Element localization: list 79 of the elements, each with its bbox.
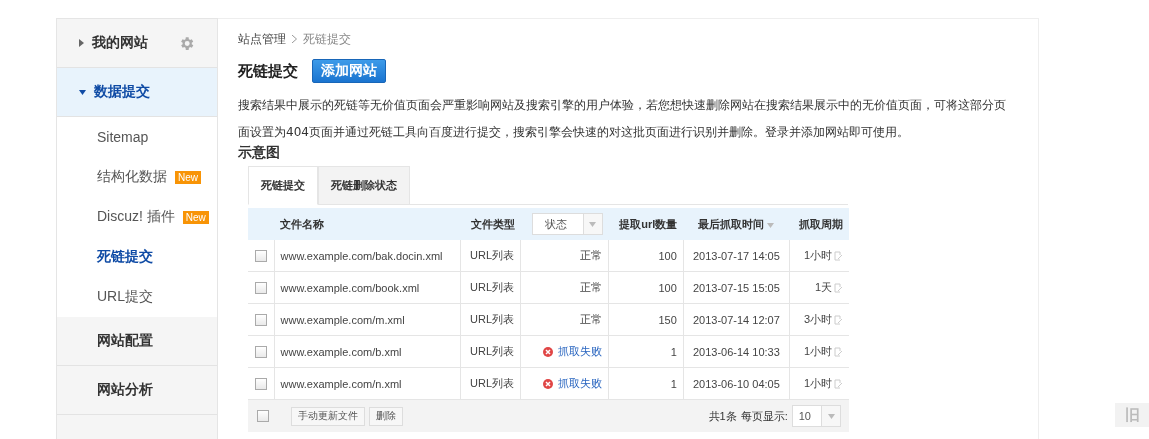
status-text: 正常 bbox=[580, 281, 603, 293]
sidebar-group[interactable]: 网站配置 bbox=[57, 317, 217, 366]
sidebar-item[interactable]: Discuz! 插件 New bbox=[57, 197, 217, 237]
table-cell: www.example.com/book.xml bbox=[274, 271, 460, 304]
tab[interactable]: 死链删除状态 bbox=[318, 166, 410, 204]
page-title: 死链提交 bbox=[238, 61, 298, 81]
status-link[interactable]: 抓取失败 bbox=[558, 377, 603, 389]
table-cell: www.example.com/m.xml bbox=[274, 303, 460, 336]
new-badge: New bbox=[182, 210, 209, 224]
breadcrumb-item[interactable]: 站点管理 bbox=[238, 30, 286, 48]
table-cell: URL列表 bbox=[460, 303, 521, 336]
select-all-checkbox[interactable] bbox=[257, 410, 269, 422]
period-text: 1小时 bbox=[803, 377, 832, 389]
table-cell: www.example.com/bak.docin.xml bbox=[274, 240, 460, 272]
table-cell: URL列表 bbox=[460, 271, 521, 304]
row-checkbox[interactable] bbox=[254, 314, 267, 327]
error-icon bbox=[543, 347, 554, 358]
total-count: 共1条 bbox=[708, 408, 737, 424]
action-button[interactable]: 手动更新文件 bbox=[291, 406, 365, 426]
add-site-button[interactable]: 添加网站 bbox=[312, 59, 386, 83]
table-cell: 1 bbox=[608, 335, 684, 368]
table-cell: 1 bbox=[608, 367, 684, 400]
section-heading: 示意图 bbox=[238, 144, 281, 162]
caret-icon bbox=[827, 413, 835, 419]
edit-icon[interactable] bbox=[834, 315, 843, 326]
period-text: 1小时 bbox=[803, 345, 832, 357]
row-checkbox[interactable] bbox=[254, 250, 267, 263]
page-size-select[interactable]: 10 bbox=[791, 405, 841, 427]
chevron-right-icon bbox=[292, 35, 297, 43]
row-checkbox[interactable] bbox=[254, 346, 267, 359]
error-icon bbox=[543, 379, 554, 390]
new-badge: New bbox=[175, 170, 201, 184]
sidebar-item[interactable]: Sitemap bbox=[57, 117, 217, 157]
table-cell: 100 bbox=[608, 240, 684, 272]
period-text: 1小时 bbox=[803, 249, 832, 261]
row-checkbox[interactable] bbox=[254, 282, 267, 295]
action-button[interactable]: 删除 bbox=[369, 406, 403, 426]
table-cell: 2013-06-10 04:05 bbox=[683, 367, 790, 400]
status-text: 正常 bbox=[580, 313, 603, 325]
table-cell: www.example.com/b.xml bbox=[274, 335, 460, 368]
sidebar-group[interactable]: 数据提交 bbox=[57, 68, 217, 117]
status-text: 正常 bbox=[580, 249, 603, 261]
sidebar-item[interactable]: 死链提交 bbox=[57, 237, 217, 277]
sidebar-item[interactable]: URL提交 bbox=[57, 277, 217, 317]
caret-icon bbox=[589, 221, 597, 227]
column-header: 文件名称 bbox=[274, 208, 460, 240]
status-link[interactable]: 抓取失败 bbox=[558, 345, 603, 357]
table-cell: URL列表 bbox=[460, 335, 521, 368]
description-text: 搜索结果中展示的死链等无价值页面会严重影响网站及搜索引擎的用户体验，若您想快速删除网站在搜索结果展示中的无价值页面，可将这部分页面设置为404页面并通过死链工具向百度进行提交，搜索引擎会快速的对这批页面进行识别并删除。登录并添加网站即可使用。 bbox=[238, 97, 1007, 141]
sidebar-group[interactable]: 网站分析 bbox=[57, 366, 217, 415]
column-header: 抓取周期 bbox=[789, 208, 849, 240]
period-text: 3小时 bbox=[803, 313, 832, 325]
table-cell: URL列表 bbox=[460, 367, 521, 400]
column-header: 文件类型 bbox=[460, 208, 521, 240]
status-filter-select[interactable]: 状态 bbox=[531, 213, 603, 235]
caret-down-icon bbox=[79, 89, 86, 95]
caret-icon bbox=[767, 222, 775, 228]
tab[interactable]: 死链提交 bbox=[248, 166, 318, 205]
sidebar-item[interactable]: 结构化数据 New bbox=[57, 157, 217, 197]
edit-icon[interactable] bbox=[834, 283, 843, 294]
table-cell: 2013-07-17 14:05 bbox=[683, 240, 790, 272]
caret-right-icon bbox=[79, 39, 84, 47]
edit-icon[interactable] bbox=[834, 251, 843, 262]
edit-icon[interactable] bbox=[834, 347, 843, 358]
table-cell: URL列表 bbox=[460, 240, 521, 272]
table-cell: www.example.com/n.xml bbox=[274, 367, 460, 400]
row-checkbox[interactable] bbox=[254, 378, 267, 391]
table-cell: 150 bbox=[608, 303, 684, 336]
sidebar-group[interactable]: 我的网站 bbox=[57, 19, 217, 68]
table-cell: 2013-06-14 10:33 bbox=[683, 335, 790, 368]
table-cell: 100 bbox=[608, 271, 684, 304]
breadcrumb-item: 死链提交 bbox=[303, 30, 351, 48]
period-text: 1天 bbox=[814, 281, 832, 293]
page-size-label: 每页显示: bbox=[740, 408, 788, 424]
table-cell: 2013-07-15 15:05 bbox=[683, 271, 790, 304]
table-cell: 2013-07-14 12:07 bbox=[683, 303, 790, 336]
edit-icon[interactable] bbox=[834, 379, 843, 390]
column-header: 提取url数量 bbox=[608, 208, 684, 240]
settings-icon[interactable] bbox=[178, 34, 195, 52]
